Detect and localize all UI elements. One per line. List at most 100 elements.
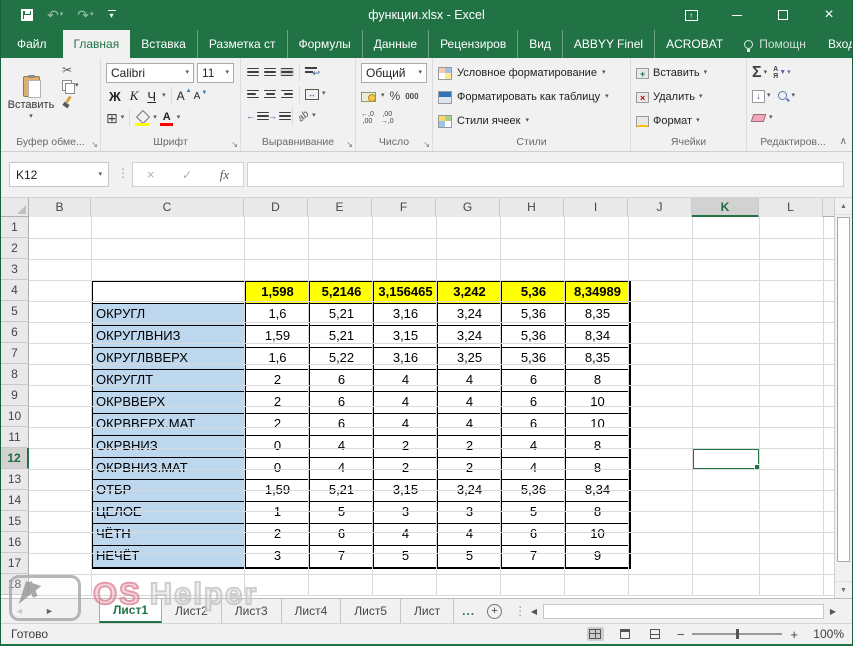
value-cell[interactable]: 4 xyxy=(374,392,437,413)
dialog-launcher-icon[interactable]: ↘ xyxy=(231,141,238,149)
row-header-6[interactable]: 6 xyxy=(1,322,29,343)
close-button[interactable]: × xyxy=(806,0,852,30)
format-cells-button[interactable]: Формат ▾ xyxy=(636,109,741,133)
align-right-button[interactable] xyxy=(280,89,294,99)
bold-button[interactable]: Ж xyxy=(106,89,124,104)
value-cell[interactable]: 10 xyxy=(566,392,629,413)
sheet-tab-Лист3[interactable]: Лист3 xyxy=(222,599,282,623)
zoom-level[interactable]: 100% xyxy=(806,627,844,641)
format-as-table-button[interactable]: Форматировать как таблицу ▾ xyxy=(438,85,625,109)
conditional-formatting-button[interactable]: Условное форматирование ▾ xyxy=(438,61,625,85)
sheet-tab-Лист4[interactable]: Лист4 xyxy=(282,599,342,623)
clear-button[interactable] xyxy=(750,114,767,122)
value-cell[interactable]: 6 xyxy=(310,370,373,391)
zoom-in-button[interactable]: + xyxy=(790,627,798,642)
row-header-12[interactable]: 12 xyxy=(1,448,29,469)
value-cell[interactable]: 10 xyxy=(566,524,629,545)
value-cell[interactable]: 5,22 xyxy=(310,348,373,369)
column-header-I[interactable]: I xyxy=(564,198,628,217)
value-cell[interactable]: 4 xyxy=(374,370,437,391)
value-cell[interactable]: 2 xyxy=(246,414,309,435)
tab-insert[interactable]: Вставка xyxy=(130,30,197,58)
row-header-2[interactable]: 2 xyxy=(1,238,29,259)
column-header-J[interactable]: J xyxy=(628,198,692,217)
value-cell[interactable]: 4 xyxy=(438,392,501,413)
value-cell[interactable]: 4 xyxy=(374,524,437,545)
value-cell[interactable]: 5 xyxy=(502,502,565,523)
table-header-cell[interactable]: 5,2146 xyxy=(310,282,373,303)
sort-filter-button[interactable]: А Я ▼ ▾ xyxy=(773,66,791,80)
font-color-button[interactable]: А xyxy=(159,111,174,126)
row-header-10[interactable]: 10 xyxy=(1,406,29,427)
value-cell[interactable]: 2 xyxy=(374,436,437,457)
tab-data[interactable]: Данные xyxy=(361,30,428,58)
table-header-cell[interactable]: 3,156465 xyxy=(374,282,437,303)
table-header-cell[interactable]: 3,242 xyxy=(438,282,501,303)
value-cell[interactable]: 8 xyxy=(566,436,629,457)
ribbon-display-options-button[interactable]: ↑ xyxy=(668,0,714,30)
row-header-15[interactable]: 15 xyxy=(1,511,29,532)
autosum-button[interactable]: Σ ▾ xyxy=(752,65,767,81)
value-cell[interactable]: 7 xyxy=(310,546,373,567)
align-middle-button[interactable] xyxy=(263,67,277,77)
value-cell[interactable]: 1 xyxy=(246,502,309,523)
page-layout-view-button[interactable] xyxy=(617,627,634,641)
column-header-L[interactable]: L xyxy=(759,198,823,217)
orientation-button[interactable]: ab xyxy=(296,108,312,124)
fill-color-button[interactable] xyxy=(135,111,150,126)
format-painter-button[interactable] xyxy=(62,96,74,108)
scroll-up-icon[interactable]: ▲ xyxy=(835,198,852,215)
value-cell[interactable]: 4 xyxy=(502,436,565,457)
sheet-tab-Лист5[interactable]: Лист5 xyxy=(341,599,402,623)
row-header-3[interactable]: 3 xyxy=(1,259,29,280)
maximize-button[interactable] xyxy=(760,0,806,30)
new-sheet-button[interactable]: + xyxy=(487,599,503,623)
value-cell[interactable]: 4 xyxy=(438,370,501,391)
merge-center-button[interactable]: ↔ xyxy=(305,88,319,100)
paste-button[interactable]: Вставить ▾ xyxy=(6,61,56,135)
scroll-right-icon[interactable]: ▶ xyxy=(824,607,842,616)
table-empty-header-cell[interactable] xyxy=(93,282,245,303)
value-cell[interactable]: 3 xyxy=(246,546,309,567)
delete-cells-button[interactable]: Удалить ▾ xyxy=(636,85,741,109)
comma-style-button[interactable]: 000 xyxy=(405,92,418,101)
scroll-left-icon[interactable]: ◀ xyxy=(525,607,543,616)
underline-button[interactable]: Ч xyxy=(144,89,159,104)
number-format-select[interactable]: Общий ▾ xyxy=(361,63,427,83)
cell-styles-button[interactable]: Стили ячеек ▾ xyxy=(438,109,625,133)
function-name-cell[interactable]: ЧЁТН xyxy=(93,524,245,545)
row-header-1[interactable]: 1 xyxy=(1,217,29,238)
enter-icon[interactable]: ✓ xyxy=(182,168,192,182)
value-cell[interactable]: 5 xyxy=(310,502,373,523)
redo-button[interactable]: ↷ ▾ xyxy=(77,8,93,22)
column-header-H[interactable]: H xyxy=(500,198,564,217)
value-cell[interactable]: 2 xyxy=(246,392,309,413)
value-cell[interactable]: 1,6 xyxy=(246,348,309,369)
tell-me-assistant[interactable]: Помощн xyxy=(734,30,816,58)
value-cell[interactable]: 5,36 xyxy=(502,348,565,369)
value-cell[interactable]: 5 xyxy=(374,546,437,567)
row-header-9[interactable]: 9 xyxy=(1,385,29,406)
shrink-font-button[interactable]: А ▼ xyxy=(194,90,208,102)
value-cell[interactable]: 4 xyxy=(310,436,373,457)
column-header-E[interactable]: E xyxy=(308,198,372,217)
table-header-cell[interactable]: 1,598 xyxy=(246,282,309,303)
font-size-select[interactable]: 11 ▾ xyxy=(197,63,234,83)
value-cell[interactable]: 6 xyxy=(502,414,565,435)
horizontal-scrollbar[interactable]: ◀ ▶ xyxy=(525,602,842,620)
decrease-indent-button[interactable]: ← xyxy=(246,111,269,121)
page-break-view-button[interactable] xyxy=(647,627,664,641)
function-name-cell[interactable]: НЕЧЁТ xyxy=(93,546,245,567)
value-cell[interactable]: 3,25 xyxy=(438,348,501,369)
dialog-launcher-icon[interactable]: ↘ xyxy=(91,141,98,149)
insert-function-icon[interactable]: fx xyxy=(220,167,229,183)
value-cell[interactable]: 10 xyxy=(566,414,629,435)
value-cell[interactable]: 2 xyxy=(246,370,309,391)
value-cell[interactable]: 2 xyxy=(438,436,501,457)
vertical-scrollbar[interactable]: ▲ ▼ xyxy=(834,198,852,598)
minimize-button[interactable] xyxy=(714,0,760,30)
value-cell[interactable]: 4 xyxy=(438,524,501,545)
value-cell[interactable]: 3 xyxy=(374,502,437,523)
function-name-cell[interactable]: ОКРВВЕРХ.МАТ xyxy=(93,414,245,435)
more-sheets-button[interactable]: ... xyxy=(454,599,483,623)
